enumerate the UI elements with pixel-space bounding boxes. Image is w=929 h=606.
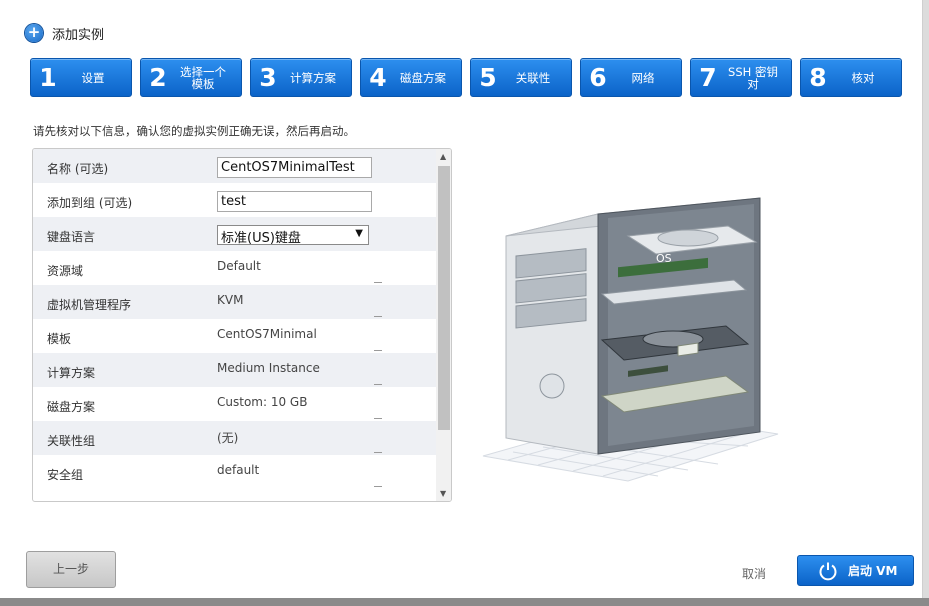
step-number: 6 [589,63,607,92]
step-number: 7 [699,63,717,92]
summary-row-security-group: 安全组 default [33,455,436,489]
scroll-down-arrow-icon[interactable]: ▼ [440,489,446,498]
summary-row-disk: 磁盘方案 Custom: 10 GB [33,387,436,421]
edit-marker[interactable] [374,282,382,283]
step-compute-offering[interactable]: 3 计算方案 [250,58,352,97]
edit-marker[interactable] [374,486,382,487]
add-instance-dialog: + 添加实例 1 设置 2 选择一个模板 3 计算方案 4 磁盘方案 5 关联性… [0,0,923,598]
step-label: 设置 [81,70,105,85]
scroll-up-arrow-icon[interactable]: ▲ [440,152,446,161]
dropdown-arrow-icon: ▼ [355,228,363,239]
launch-vm-label: 启动 VM [848,564,898,578]
summary-row-name: 名称 (可选) [33,149,436,183]
keyboard-language-select[interactable]: 标准(US)键盘 ▼ [217,225,369,246]
row-label: 添加到组 (可选) [47,196,133,210]
group-input[interactable] [217,191,372,212]
summary-row-template: 模板 CentOS7Minimal [33,319,436,353]
row-label: 磁盘方案 [47,400,96,414]
row-value: Medium Instance [217,361,320,375]
row-label: 名称 (可选) [47,162,109,176]
row-label: 资源域 [47,264,84,278]
step-disk-offering[interactable]: 4 磁盘方案 [360,58,462,97]
step-label: 关联性 [515,70,551,85]
summary-row-affinity: 关联性组 (无) [33,421,436,455]
dialog-header: + 添加实例 [25,22,104,44]
row-value: Default [217,259,261,273]
wizard-steps: 1 设置 2 选择一个模板 3 计算方案 4 磁盘方案 5 关联性 6 网络 7… [30,58,902,97]
dialog-title: 添加实例 [52,27,105,43]
server-tower-illustration: OS [482,197,779,482]
review-instructions: 请先核对以下信息，确认您的虚拟实例正确无误，然后再启动。 [33,124,355,138]
step-label: 磁盘方案 [400,70,446,85]
summary-row-zone: 资源域 Default [33,251,436,285]
row-value: (无) [217,431,239,445]
scrollbar-thumb[interactable] [438,166,450,430]
vertical-scrollbar[interactable]: ▲ ▼ [436,149,451,501]
edit-marker[interactable] [374,316,382,317]
step-label: SSH 密钥对 [728,64,778,91]
step-label: 网络 [631,70,655,85]
power-icon [812,561,844,581]
step-label: 选择一个模板 [180,64,226,91]
row-value: KVM [217,293,244,307]
row-label: 模板 [47,332,72,346]
review-summary-panel[interactable]: 名称 (可选) 添加到组 (可选) 键盘语言 标准(US)键盘 ▼ 资源域 De… [32,148,452,502]
edit-marker[interactable] [374,350,382,351]
window-edge [923,0,929,606]
step-affinity[interactable]: 5 关联性 [470,58,572,97]
background-strip [0,598,929,606]
row-label: 安全组 [47,468,84,482]
instance-name-input[interactable] [217,157,372,178]
edit-marker[interactable] [374,418,382,419]
row-label: 虚拟机管理程序 [47,298,132,312]
row-value: CentOS7Minimal [217,327,317,341]
step-number: 8 [809,63,827,92]
step-number: 2 [149,63,167,92]
plus-icon: + [25,24,43,42]
row-label: 计算方案 [47,366,96,380]
back-button[interactable]: 上一步 [26,551,116,588]
step-number: 5 [479,63,497,92]
step-settings[interactable]: 1 设置 [30,58,132,97]
summary-row-compute: 计算方案 Medium Instance [33,353,436,387]
cancel-button[interactable]: 取消 [742,565,766,582]
summary-row-group: 添加到组 (可选) [33,183,436,217]
step-ssh-keypair[interactable]: 7 SSH 密钥对 [690,58,792,97]
step-label: 计算方案 [290,70,336,85]
step-number: 3 [259,63,277,92]
step-number: 1 [39,63,57,92]
step-number: 4 [369,63,387,92]
row-label: 关联性组 [47,434,96,448]
step-label: 核对 [851,70,875,85]
summary-row-hypervisor: 虚拟机管理程序 KVM [33,285,436,319]
select-value: 标准(US)键盘 [221,231,301,246]
row-value: default [217,463,260,477]
row-label: 键盘语言 [47,230,96,244]
step-network[interactable]: 6 网络 [580,58,682,97]
summary-row-keyboard: 键盘语言 标准(US)键盘 ▼ [33,217,436,251]
step-review[interactable]: 8 核对 [800,58,902,97]
step-select-template[interactable]: 2 选择一个模板 [140,58,242,97]
edit-marker[interactable] [374,384,382,385]
launch-vm-button[interactable]: 启动 VM [797,555,914,586]
row-value: Custom: 10 GB [217,395,308,409]
edit-marker[interactable] [374,452,382,453]
